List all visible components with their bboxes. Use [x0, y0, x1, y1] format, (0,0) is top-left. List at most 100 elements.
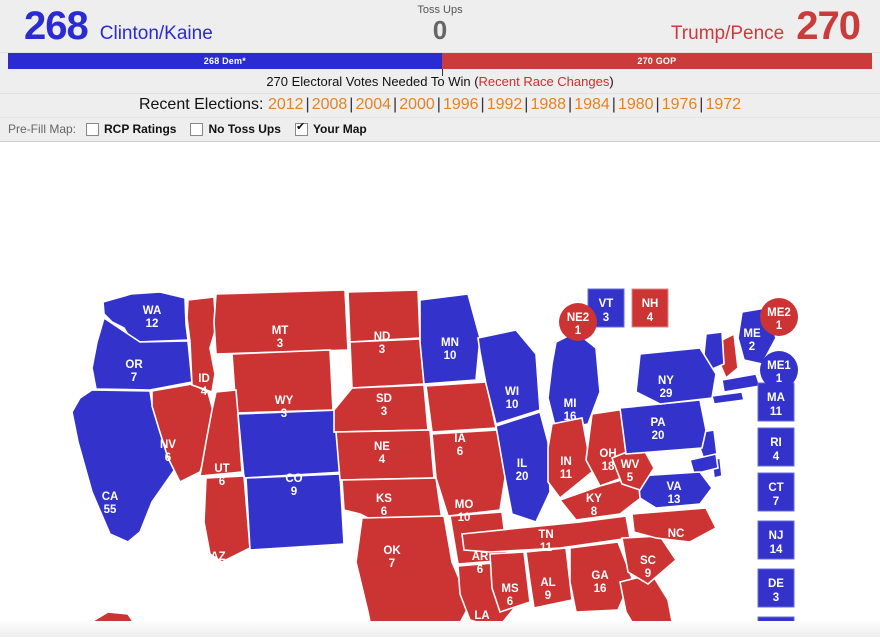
prefill-map-row: Pre-Fill Map: RCP Ratings No Toss Ups Your…: [0, 117, 880, 142]
page-footer-strip: [0, 621, 880, 637]
state-box-label-ma: MA: [767, 392, 785, 404]
state-ev-mt: 3: [277, 338, 283, 350]
year-separator: |: [480, 96, 485, 113]
checkbox-icon[interactable]: [190, 122, 204, 136]
us-electoral-map: WA 12 OR 7 CA 55 NV 6 ID 4 MT 3 WY 3 UT 6 CO 9 AZ 11 NM 5 ND 3 S…: [0, 142, 880, 637]
electoral-map-page: 268 Clinton/Kaine Toss Ups 0 Trump/Pence…: [0, 0, 880, 639]
state-sd[interactable]: [349, 338, 425, 389]
state-ev-wa: 12: [146, 318, 159, 330]
state-label-mo: MO: [455, 499, 474, 511]
recent-elections-years: 2012 | 2008 | 2004 | 2000 | 1996 | 1992 | 1988 | 1984 |…: [268, 96, 741, 113]
state-ev-va: 13: [668, 494, 681, 506]
recent-election-year-2004[interactable]: 2004: [355, 96, 391, 113]
state-ev-oh: 18: [602, 461, 615, 473]
state-label-ut: UT: [214, 463, 229, 475]
prefill-option-no-toss-ups[interactable]: No Toss Ups: [190, 122, 281, 136]
district-ev-me2: 1: [776, 320, 783, 332]
state-label-ne: NE: [374, 441, 390, 453]
state-label-wv: WV: [621, 459, 640, 471]
state-az[interactable]: [203, 475, 251, 563]
state-label-nm: NM: [283, 553, 301, 565]
state-box-ev-nj: 14: [770, 544, 783, 556]
state-label-id: ID: [198, 373, 210, 385]
state-box-label-de: DE: [768, 578, 784, 590]
bar-gop-label: 270 GOP: [637, 56, 677, 66]
year-separator: |: [436, 96, 441, 113]
state-label-pa: PA: [650, 417, 665, 429]
map-shape-li[interactable]: [711, 391, 745, 405]
recent-race-changes-link[interactable]: Recent Race Changes: [479, 74, 610, 89]
state-label-wa: WA: [143, 305, 162, 317]
state-ev-nv: 6: [165, 452, 171, 464]
state-label-nc: NC: [668, 528, 685, 540]
recent-election-year-1972[interactable]: 1972: [705, 96, 741, 113]
state-ev-al: 9: [545, 590, 551, 602]
recent-election-year-1992[interactable]: 1992: [487, 96, 523, 113]
votes-needed-line: 270 Electoral Votes Needed To Win (Recen…: [0, 69, 880, 93]
prefill-options: RCP Ratings No Toss Ups Your Map: [86, 121, 381, 136]
recent-elections-label: Recent Elections:: [138, 96, 264, 113]
state-box-ev-nh: 4: [647, 312, 654, 324]
state-label-al: AL: [540, 577, 555, 589]
year-separator: |: [568, 96, 573, 113]
state-ev-in: 11: [560, 469, 573, 481]
state-ev-wi: 10: [506, 399, 519, 411]
state-ny[interactable]: [635, 347, 717, 405]
state-ia[interactable]: [425, 381, 497, 433]
district-label-me2: ME2: [767, 307, 791, 319]
recent-election-year-2012[interactable]: 2012: [268, 96, 304, 113]
prefill-option-label: RCP Ratings: [104, 122, 177, 136]
checkbox-icon[interactable]: [294, 121, 308, 136]
state-ev-ne: 4: [379, 454, 386, 466]
gop-ticket-label: Trump/Pence: [670, 23, 785, 44]
recent-election-year-1976[interactable]: 1976: [662, 96, 698, 113]
electoral-vote-bar: 268 Dem* 270 GOP: [0, 53, 880, 76]
state-ev-mo: 10: [458, 512, 471, 524]
checkbox-icon[interactable]: [86, 122, 100, 136]
recent-election-year-2008[interactable]: 2008: [312, 96, 348, 113]
map-svg: WA12OR7CA55NV6ID4MT3WY3UT6 CO9AZ11NM5ND3S…: [71, 288, 798, 637]
state-ev-ar: 6: [477, 564, 483, 576]
state-ev-mn: 10: [444, 350, 457, 362]
prefill-option-label: No Toss Ups: [208, 122, 281, 136]
state-label-ny: NY: [658, 375, 674, 387]
district-label-ne2: NE2: [567, 312, 589, 324]
recent-election-year-1988[interactable]: 1988: [530, 96, 566, 113]
state-ev-ny: 29: [660, 388, 673, 400]
prefill-option-your-map[interactable]: Your Map: [294, 121, 367, 136]
state-box-ev-ct: 7: [773, 496, 779, 508]
recent-election-year-1984[interactable]: 1984: [574, 96, 610, 113]
state-ev-ia: 6: [457, 446, 463, 458]
state-ev-il: 20: [516, 471, 529, 483]
state-ev-co: 9: [291, 486, 297, 498]
state-ev-az: 11: [212, 564, 225, 576]
recent-election-year-1980[interactable]: 1980: [618, 96, 654, 113]
prefill-option-rcp-ratings[interactable]: RCP Ratings: [86, 122, 176, 136]
majority-threshold-tick: [441, 69, 443, 76]
state-box-label-vt: VT: [599, 298, 614, 310]
state-ev-ky: 8: [591, 506, 598, 518]
prefill-label: Pre-Fill Map:: [8, 122, 77, 136]
state-label-nv: NV: [160, 439, 176, 451]
district-label-me1: ME1: [767, 360, 791, 372]
state-ev-nc: 15: [670, 541, 683, 553]
state-ev-tn: 11: [540, 542, 553, 554]
state-label-ga: GA: [591, 570, 608, 582]
recent-election-year-2000[interactable]: 2000: [399, 96, 435, 113]
state-ev-ca: 55: [104, 504, 117, 516]
state-ev-sd: 3: [381, 406, 387, 418]
state-co[interactable]: [237, 409, 345, 479]
state-label-sd: SD: [376, 393, 392, 405]
state-label-ar: AR: [472, 551, 489, 563]
year-separator: |: [655, 96, 660, 113]
state-ev-id: 4: [201, 386, 208, 398]
state-ev-ms: 6: [507, 596, 513, 608]
state-label-mt: MT: [272, 325, 289, 337]
recent-election-year-1996[interactable]: 1996: [443, 96, 479, 113]
scoreboard-header: 268 Clinton/Kaine Toss Ups 0 Trump/Pence…: [0, 0, 880, 53]
state-label-az: AZ: [210, 551, 225, 563]
state-label-oh: OH: [599, 448, 616, 460]
state-box-ev-de: 3: [773, 592, 779, 604]
state-label-ia: IA: [454, 433, 466, 445]
district-ev-me1: 1: [776, 373, 783, 385]
